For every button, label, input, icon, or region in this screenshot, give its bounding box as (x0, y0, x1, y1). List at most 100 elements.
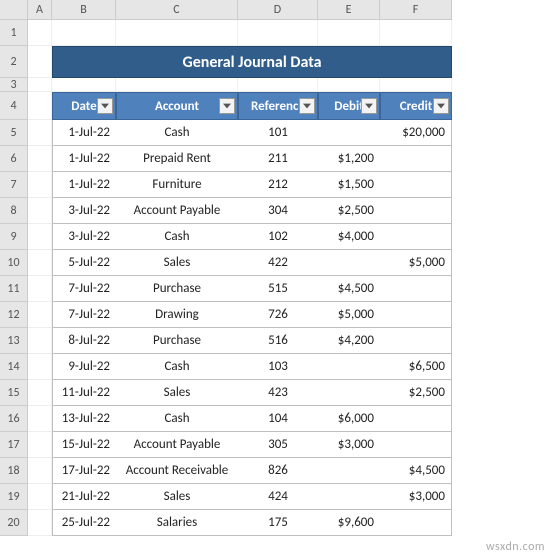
cell-reference[interactable]: 422 (238, 250, 318, 276)
cell-reference[interactable]: 424 (238, 484, 318, 510)
cell-reference[interactable]: 826 (238, 458, 318, 484)
cell-date[interactable]: 15-Jul-22 (52, 432, 116, 458)
col-header-C[interactable]: C (116, 0, 238, 20)
cell-credit[interactable] (380, 146, 452, 172)
cell-account[interactable]: Purchase (116, 328, 238, 354)
cell-account[interactable]: Sales (116, 484, 238, 510)
empty-cell[interactable] (28, 406, 52, 432)
cell-date[interactable]: 1-Jul-22 (52, 172, 116, 198)
cell-account[interactable]: Cash (116, 406, 238, 432)
empty-cell[interactable] (28, 20, 52, 46)
cell-date[interactable]: 5-Jul-22 (52, 250, 116, 276)
cell-debit[interactable] (318, 380, 380, 406)
cell-debit[interactable]: $6,000 (318, 406, 380, 432)
cell-reference[interactable]: 212 (238, 172, 318, 198)
empty-cell[interactable] (28, 146, 52, 172)
empty-cell[interactable] (116, 20, 238, 46)
filter-button-credit[interactable] (433, 98, 449, 114)
cell-reference[interactable]: 175 (238, 510, 318, 536)
cell-credit[interactable]: $4,500 (380, 458, 452, 484)
row-header-5[interactable]: 5 (0, 120, 28, 146)
cell-date[interactable]: 1-Jul-22 (52, 120, 116, 146)
empty-cell[interactable] (116, 78, 238, 92)
empty-cell[interactable] (318, 20, 380, 46)
empty-cell[interactable] (28, 92, 52, 120)
empty-cell[interactable] (28, 510, 52, 536)
cell-reference[interactable]: 104 (238, 406, 318, 432)
empty-cell[interactable] (28, 172, 52, 198)
row-header-9[interactable]: 9 (0, 224, 28, 250)
cell-debit[interactable]: $5,000 (318, 302, 380, 328)
empty-cell[interactable] (28, 484, 52, 510)
cell-account[interactable]: Account Receivable (116, 458, 238, 484)
row-header-14[interactable]: 14 (0, 354, 28, 380)
row-header-13[interactable]: 13 (0, 328, 28, 354)
empty-cell[interactable] (28, 250, 52, 276)
cell-account[interactable]: Sales (116, 380, 238, 406)
cell-reference[interactable]: 726 (238, 302, 318, 328)
cell-reference[interactable]: 101 (238, 120, 318, 146)
row-header-4[interactable]: 4 (0, 92, 28, 120)
empty-cell[interactable] (28, 276, 52, 302)
empty-cell[interactable] (238, 78, 318, 92)
cell-debit[interactable] (318, 120, 380, 146)
cell-account[interactable]: Cash (116, 354, 238, 380)
row-header-18[interactable]: 18 (0, 458, 28, 484)
empty-cell[interactable] (28, 120, 52, 146)
cell-debit[interactable]: $1,500 (318, 172, 380, 198)
empty-cell[interactable] (28, 432, 52, 458)
cell-account[interactable]: Cash (116, 224, 238, 250)
cell-credit[interactable] (380, 510, 452, 536)
row-header-19[interactable]: 19 (0, 484, 28, 510)
cell-debit[interactable] (318, 484, 380, 510)
row-header-6[interactable]: 6 (0, 146, 28, 172)
cell-debit[interactable]: $4,500 (318, 276, 380, 302)
empty-cell[interactable] (28, 224, 52, 250)
column-header-debit[interactable]: Debit (318, 92, 380, 120)
cell-debit[interactable]: $4,000 (318, 224, 380, 250)
cell-reference[interactable]: 211 (238, 146, 318, 172)
cell-account[interactable]: Cash (116, 120, 238, 146)
row-header-8[interactable]: 8 (0, 198, 28, 224)
column-header-date[interactable]: Date (52, 92, 116, 120)
column-header-reference[interactable]: Reference (238, 92, 318, 120)
cell-account[interactable]: Purchase (116, 276, 238, 302)
filter-button-account[interactable] (219, 98, 235, 114)
empty-cell[interactable] (28, 302, 52, 328)
empty-cell[interactable] (28, 198, 52, 224)
cell-credit[interactable] (380, 302, 452, 328)
cell-account[interactable]: Account Payable (116, 198, 238, 224)
cell-reference[interactable]: 304 (238, 198, 318, 224)
cell-reference[interactable]: 515 (238, 276, 318, 302)
cell-reference[interactable]: 103 (238, 354, 318, 380)
cell-reference[interactable]: 305 (238, 432, 318, 458)
cell-date[interactable]: 7-Jul-22 (52, 302, 116, 328)
col-header-F[interactable]: F (380, 0, 452, 20)
empty-cell[interactable] (28, 328, 52, 354)
filter-button-debit[interactable] (361, 98, 377, 114)
cell-credit[interactable]: $20,000 (380, 120, 452, 146)
cell-date[interactable]: 9-Jul-22 (52, 354, 116, 380)
row-header-15[interactable]: 15 (0, 380, 28, 406)
cell-date[interactable]: 25-Jul-22 (52, 510, 116, 536)
empty-cell[interactable] (28, 78, 52, 92)
empty-cell[interactable] (52, 78, 116, 92)
cell-account[interactable]: Sales (116, 250, 238, 276)
cell-date[interactable]: 3-Jul-22 (52, 224, 116, 250)
cell-credit[interactable] (380, 276, 452, 302)
row-header-7[interactable]: 7 (0, 172, 28, 198)
empty-cell[interactable] (28, 354, 52, 380)
cell-credit[interactable] (380, 328, 452, 354)
cell-date[interactable]: 11-Jul-22 (52, 380, 116, 406)
cell-account[interactable]: Drawing (116, 302, 238, 328)
cell-debit[interactable]: $4,200 (318, 328, 380, 354)
row-header-17[interactable]: 17 (0, 432, 28, 458)
row-header-1[interactable]: 1 (0, 20, 28, 46)
row-header-3[interactable]: 3 (0, 78, 28, 92)
cell-account[interactable]: Furniture (116, 172, 238, 198)
cell-credit[interactable] (380, 172, 452, 198)
cell-account[interactable]: Prepaid Rent (116, 146, 238, 172)
cell-credit[interactable]: $5,000 (380, 250, 452, 276)
cell-debit[interactable]: $1,200 (318, 146, 380, 172)
cell-date[interactable]: 21-Jul-22 (52, 484, 116, 510)
